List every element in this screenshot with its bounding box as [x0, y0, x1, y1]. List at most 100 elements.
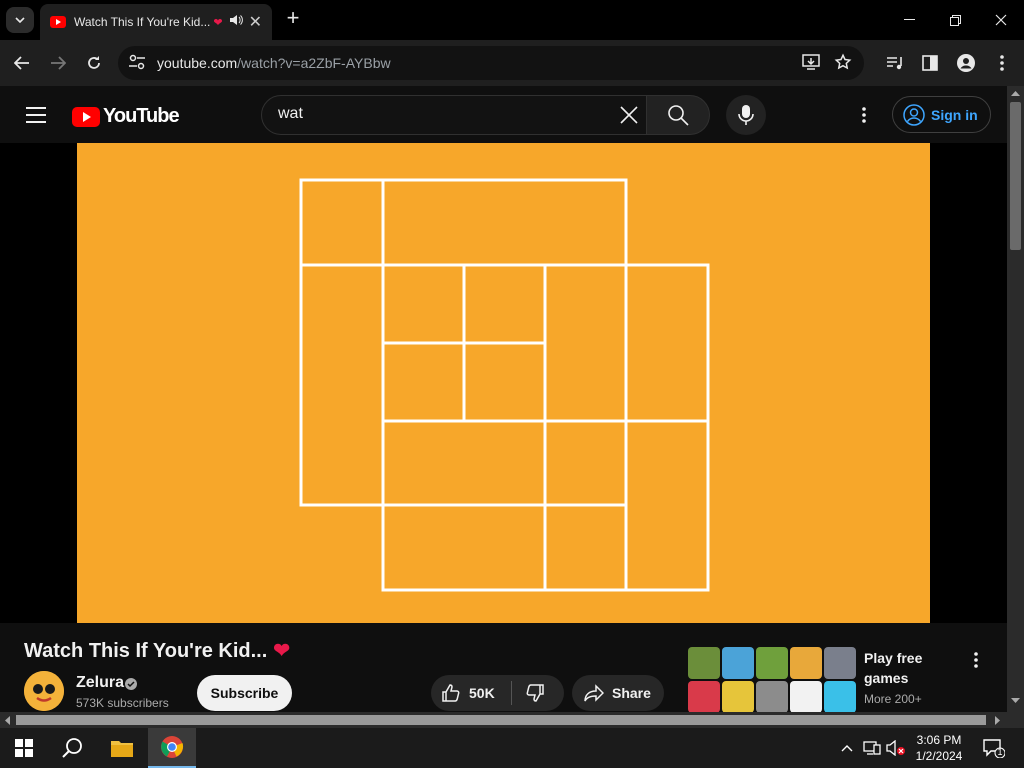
game-tile: [722, 681, 754, 713]
heart-icon: ❤: [273, 640, 291, 662]
site-settings-icon[interactable]: [128, 54, 146, 75]
notification-count: 1: [997, 747, 1003, 757]
speaker-icon[interactable]: [229, 13, 243, 31]
game-tile: [722, 647, 754, 679]
games-thumbnail[interactable]: [688, 647, 856, 713]
video-frame[interactable]: [77, 143, 930, 623]
channel-avatar[interactable]: [24, 671, 64, 711]
scroll-left-arrow-icon[interactable]: [4, 716, 10, 725]
close-tab-icon[interactable]: ✕: [249, 12, 262, 32]
clock-date: 1/2/2024: [915, 749, 963, 763]
install-app-icon[interactable]: [802, 54, 820, 75]
start-button[interactable]: [0, 728, 48, 768]
vertical-scroll-thumb[interactable]: [1010, 102, 1021, 250]
reload-icon: [88, 56, 100, 69]
youtube-logo[interactable]: YouTube: [72, 105, 180, 128]
browser-toolbar: youtube.com/watch?v=a2ZbF-AYBbw: [0, 40, 1024, 86]
sign-in-button[interactable]: Sign in: [892, 96, 991, 133]
search-icon: [62, 738, 82, 758]
horizontal-scroll-thumb[interactable]: [16, 715, 986, 725]
clear-search-icon[interactable]: [618, 104, 640, 131]
video-title-text: Watch This If You're Kid...: [24, 640, 268, 662]
search-box[interactable]: [261, 95, 647, 135]
settings-menu-icon[interactable]: [854, 105, 874, 125]
windows-logo-icon: [15, 739, 33, 757]
back-button[interactable]: [10, 51, 34, 75]
file-explorer-button[interactable]: [98, 728, 146, 768]
profile-icon[interactable]: [955, 52, 977, 74]
subscribe-button[interactable]: Subscribe: [197, 675, 292, 711]
browser-menu-icon[interactable]: [991, 52, 1013, 74]
minimize-icon: [903, 19, 915, 20]
verified-badge-icon: [125, 677, 137, 695]
scroll-down-arrow-icon[interactable]: [1011, 698, 1020, 704]
subscriber-count: 573K subscribers: [76, 696, 169, 710]
heart-icon: ❤: [213, 16, 223, 29]
tab-search-button[interactable]: [6, 7, 34, 33]
minimize-button[interactable]: [886, 0, 932, 40]
url-path: /watch?v=a2ZbF-AYBbw: [237, 55, 391, 71]
game-tile: [824, 681, 856, 713]
game-tile: [824, 647, 856, 679]
restore-icon: [949, 14, 961, 26]
search-input[interactable]: [278, 105, 598, 123]
search-button[interactable]: [646, 95, 710, 135]
chrome-icon: [161, 736, 184, 758]
action-center-button[interactable]: 1: [980, 728, 1008, 768]
volume-muted-icon[interactable]: [884, 728, 908, 768]
new-tab-button[interactable]: +: [282, 7, 304, 30]
game-tile: [756, 681, 788, 713]
dislike-button[interactable]: [525, 683, 545, 708]
search-icon: [668, 105, 689, 126]
browser-tab-strip: Watch This If You're Kid... ❤ ✕ +: [0, 0, 1024, 40]
youtube-header: YouTube Sign in: [0, 86, 1007, 143]
game-tile: [790, 681, 822, 713]
game-tile: [790, 647, 822, 679]
arrow-right-icon: [51, 56, 66, 70]
games-title[interactable]: Play free games: [864, 648, 954, 688]
youtube-favicon-icon: [50, 16, 66, 28]
scroll-right-arrow-icon[interactable]: [995, 716, 1001, 725]
media-controls-icon[interactable]: [884, 52, 906, 74]
scrollbar-corner: [1007, 712, 1024, 728]
game-tile: [756, 647, 788, 679]
forward-button[interactable]: [46, 51, 70, 75]
address-bar[interactable]: youtube.com/watch?v=a2ZbF-AYBbw: [118, 46, 864, 80]
voice-search-button[interactable]: [726, 95, 766, 135]
scroll-up-arrow-icon[interactable]: [1011, 90, 1020, 96]
url-text: youtube.com/watch?v=a2ZbF-AYBbw: [157, 55, 391, 71]
video-title: Watch This If You're Kid... ❤: [24, 638, 290, 663]
like-count: 50K: [469, 685, 495, 701]
vertical-scrollbar[interactable]: [1007, 86, 1024, 712]
reload-button[interactable]: [82, 51, 106, 75]
clock-time: 3:06 PM: [916, 733, 962, 747]
guide-menu-icon[interactable]: [26, 107, 46, 128]
browser-tab[interactable]: Watch This If You're Kid... ❤ ✕: [40, 4, 272, 40]
taskbar-search-button[interactable]: [48, 728, 96, 768]
restore-button[interactable]: [932, 0, 978, 40]
bookmark-star-icon[interactable]: [834, 53, 852, 76]
video-player[interactable]: [0, 143, 1007, 623]
sign-in-label: Sign in: [931, 106, 978, 123]
youtube-play-icon: [72, 106, 100, 127]
side-panel-icon[interactable]: [919, 52, 941, 74]
close-window-button[interactable]: [978, 0, 1024, 40]
logo-text: YouTube: [103, 105, 180, 127]
games-more-icon[interactable]: [966, 650, 986, 670]
share-button[interactable]: Share: [572, 675, 664, 711]
chevron-down-icon: [15, 17, 25, 23]
show-hidden-icons-button[interactable]: [838, 728, 856, 768]
network-icon[interactable]: [860, 728, 884, 768]
horizontal-scrollbar[interactable]: [0, 712, 1007, 728]
chrome-taskbar-button[interactable]: [148, 728, 196, 768]
chevron-up-icon: [841, 745, 853, 752]
like-button[interactable]: 50K: [441, 683, 495, 703]
thumbs-up-icon: [442, 684, 460, 702]
url-host: youtube.com: [157, 55, 238, 71]
like-divider: [511, 681, 512, 705]
taskbar-clock[interactable]: 3:06 PM 1/2/2024: [910, 732, 968, 764]
tab-title: Watch This If You're Kid...: [74, 15, 211, 29]
like-dislike-bar: 50K: [431, 675, 564, 711]
channel-name[interactable]: Zelura: [76, 674, 124, 692]
account-icon: [903, 103, 925, 126]
